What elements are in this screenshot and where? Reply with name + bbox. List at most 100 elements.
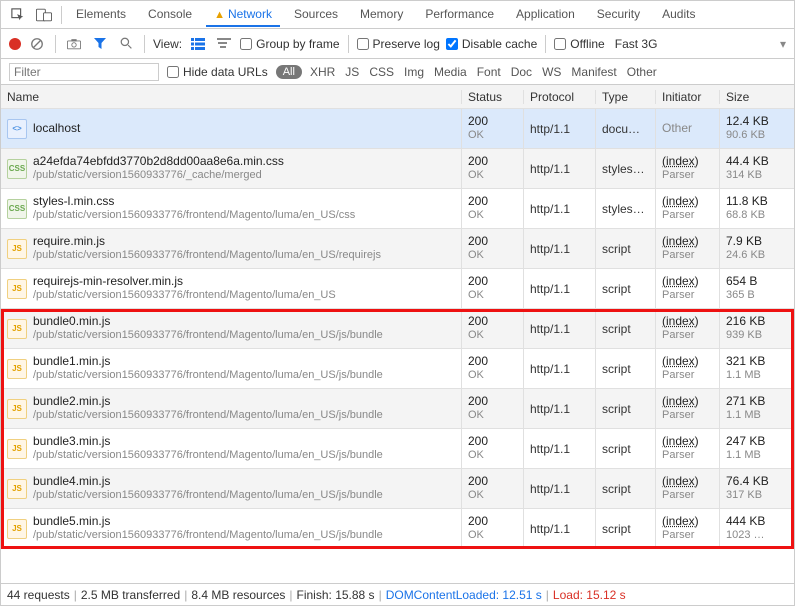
- status-code: 200: [468, 274, 488, 289]
- clear-icon[interactable]: [27, 34, 47, 54]
- table-header: Name Status Protocol Type Initiator Size: [1, 85, 794, 109]
- status-resources: 8.4 MB resources: [191, 588, 285, 602]
- devtools-tabs: ElementsConsole▲NetworkSourcesMemoryPerf…: [1, 1, 794, 29]
- table-row[interactable]: JSrequirejs-min-resolver.min.js/pub/stat…: [1, 269, 794, 309]
- initiator-link[interactable]: (index): [662, 434, 699, 449]
- table-row[interactable]: JSbundle3.min.js/pub/static/version15609…: [1, 429, 794, 469]
- hide-data-urls-checkbox[interactable]: Hide data URLs: [167, 65, 268, 79]
- size-transferred: 444 KB: [726, 514, 765, 529]
- device-icon[interactable]: [33, 4, 55, 26]
- waterfall-icon[interactable]: [214, 34, 234, 54]
- request-name: bundle0.min.js: [33, 314, 383, 329]
- filter-type-img[interactable]: Img: [404, 65, 424, 79]
- initiator-link[interactable]: Other: [662, 121, 692, 136]
- filter-icon[interactable]: [90, 34, 110, 54]
- status-dcl: DOMContentLoaded: 12.51 s: [386, 588, 542, 602]
- status-transferred: 2.5 MB transferred: [81, 588, 180, 602]
- request-path: /pub/static/version1560933776/frontend/M…: [33, 329, 383, 343]
- size-transferred: 11.8 KB: [726, 194, 768, 209]
- filter-type-manifest[interactable]: Manifest: [571, 65, 616, 79]
- request-path: /pub/static/version1560933776/frontend/M…: [33, 489, 383, 503]
- js-file-icon: JS: [7, 359, 27, 379]
- table-row[interactable]: JSbundle4.min.js/pub/static/version15609…: [1, 469, 794, 509]
- initiator-link[interactable]: (index): [662, 234, 699, 249]
- table-body: <>localhost200OKhttp/1.1docu…Other12.4 K…: [1, 109, 794, 583]
- col-type[interactable]: Type: [595, 90, 655, 104]
- filter-input[interactable]: [9, 63, 159, 81]
- filter-type-media[interactable]: Media: [434, 65, 467, 79]
- initiator-link[interactable]: (index): [662, 474, 699, 489]
- table-row[interactable]: JSbundle2.min.js/pub/static/version15609…: [1, 389, 794, 429]
- filter-type-css[interactable]: CSS: [369, 65, 394, 79]
- tab-application[interactable]: Application: [508, 3, 583, 27]
- tab-elements[interactable]: Elements: [68, 3, 134, 27]
- request-name: bundle5.min.js: [33, 514, 383, 529]
- status-code: 200: [468, 194, 488, 209]
- tab-performance[interactable]: Performance: [417, 3, 502, 27]
- table-row[interactable]: JSbundle5.min.js/pub/static/version15609…: [1, 509, 794, 549]
- initiator-link[interactable]: (index): [662, 274, 699, 289]
- group-by-frame-checkbox[interactable]: Group by frame: [240, 37, 339, 51]
- filter-type-font[interactable]: Font: [477, 65, 501, 79]
- offline-checkbox[interactable]: Offline: [554, 37, 604, 51]
- filter-type-other[interactable]: Other: [627, 65, 657, 79]
- js-file-icon: JS: [7, 319, 27, 339]
- chevron-down-icon[interactable]: ▾: [780, 37, 786, 51]
- col-size[interactable]: Size: [719, 90, 789, 104]
- size-transferred: 44.4 KB: [726, 154, 769, 169]
- record-button[interactable]: [9, 38, 21, 50]
- filter-type-doc[interactable]: Doc: [511, 65, 532, 79]
- tab-console[interactable]: Console: [140, 3, 200, 27]
- status-code: 200: [468, 354, 488, 369]
- filter-type-xhr[interactable]: XHR: [310, 65, 335, 79]
- filter-type-js[interactable]: JS: [345, 65, 359, 79]
- tab-audits[interactable]: Audits: [654, 3, 703, 27]
- search-icon[interactable]: [116, 34, 136, 54]
- table-row[interactable]: CSSstyles-l.min.css/pub/static/version15…: [1, 189, 794, 229]
- initiator-link[interactable]: (index): [662, 394, 699, 409]
- warning-icon: ▲: [214, 9, 225, 21]
- initiator-link[interactable]: (index): [662, 354, 699, 369]
- tab-security[interactable]: Security: [589, 3, 648, 27]
- large-rows-icon[interactable]: [188, 34, 208, 54]
- col-status[interactable]: Status: [461, 90, 523, 104]
- col-initiator[interactable]: Initiator: [655, 90, 719, 104]
- preserve-log-checkbox[interactable]: Preserve log: [357, 37, 440, 51]
- js-file-icon: JS: [7, 239, 27, 259]
- initiator-link[interactable]: (index): [662, 194, 699, 209]
- throttling-select[interactable]: Fast 3G: [615, 37, 658, 51]
- disable-cache-checkbox[interactable]: Disable cache: [446, 37, 537, 51]
- table-row[interactable]: JSbundle1.min.js/pub/static/version15609…: [1, 349, 794, 389]
- table-row[interactable]: JS require.min.js/pub/static/version15609…: [1, 229, 794, 269]
- status-code: 200: [468, 114, 488, 129]
- table-row[interactable]: JS bundle0.min.js/pub/static/version15609…: [1, 309, 794, 349]
- screenshot-icon[interactable]: [64, 34, 84, 54]
- view-label: View:: [153, 37, 182, 51]
- request-name: require.min.js: [33, 234, 381, 249]
- size-transferred: 7.9 KB: [726, 234, 765, 249]
- status-code: 200: [468, 514, 488, 529]
- request-path: /pub/static/version1560933776/_cache/mer…: [33, 169, 284, 183]
- size-transferred: 271 KB: [726, 394, 765, 409]
- request-name: localhost: [33, 121, 80, 136]
- initiator-link[interactable]: (index): [662, 154, 699, 169]
- filter-all[interactable]: All: [276, 65, 302, 79]
- col-name[interactable]: Name: [1, 90, 461, 104]
- doc-file-icon: <>: [7, 119, 27, 139]
- tab-memory[interactable]: Memory: [352, 3, 411, 27]
- filter-type-ws[interactable]: WS: [542, 65, 561, 79]
- request-path: /pub/static/version1560933776/frontend/M…: [33, 209, 355, 223]
- tab-network[interactable]: ▲Network: [206, 3, 280, 27]
- request-path: /pub/static/version1560933776/frontend/M…: [33, 249, 381, 263]
- request-name: styles-l.min.css: [33, 194, 355, 209]
- initiator-link[interactable]: (index): [662, 514, 699, 529]
- table-row[interactable]: <>localhost200OKhttp/1.1docu…Other12.4 K…: [1, 109, 794, 149]
- table-row[interactable]: CSSa24efda74ebfdd3770b2d8dd00aa8e6a.min.…: [1, 149, 794, 189]
- tab-sources[interactable]: Sources: [286, 3, 346, 27]
- js-file-icon: JS: [7, 479, 27, 499]
- request-name: bundle1.min.js: [33, 354, 383, 369]
- col-protocol[interactable]: Protocol: [523, 90, 595, 104]
- request-path: /pub/static/version1560933776/frontend/M…: [33, 449, 383, 463]
- initiator-link[interactable]: (index): [662, 314, 699, 329]
- inspect-icon[interactable]: [7, 4, 29, 26]
